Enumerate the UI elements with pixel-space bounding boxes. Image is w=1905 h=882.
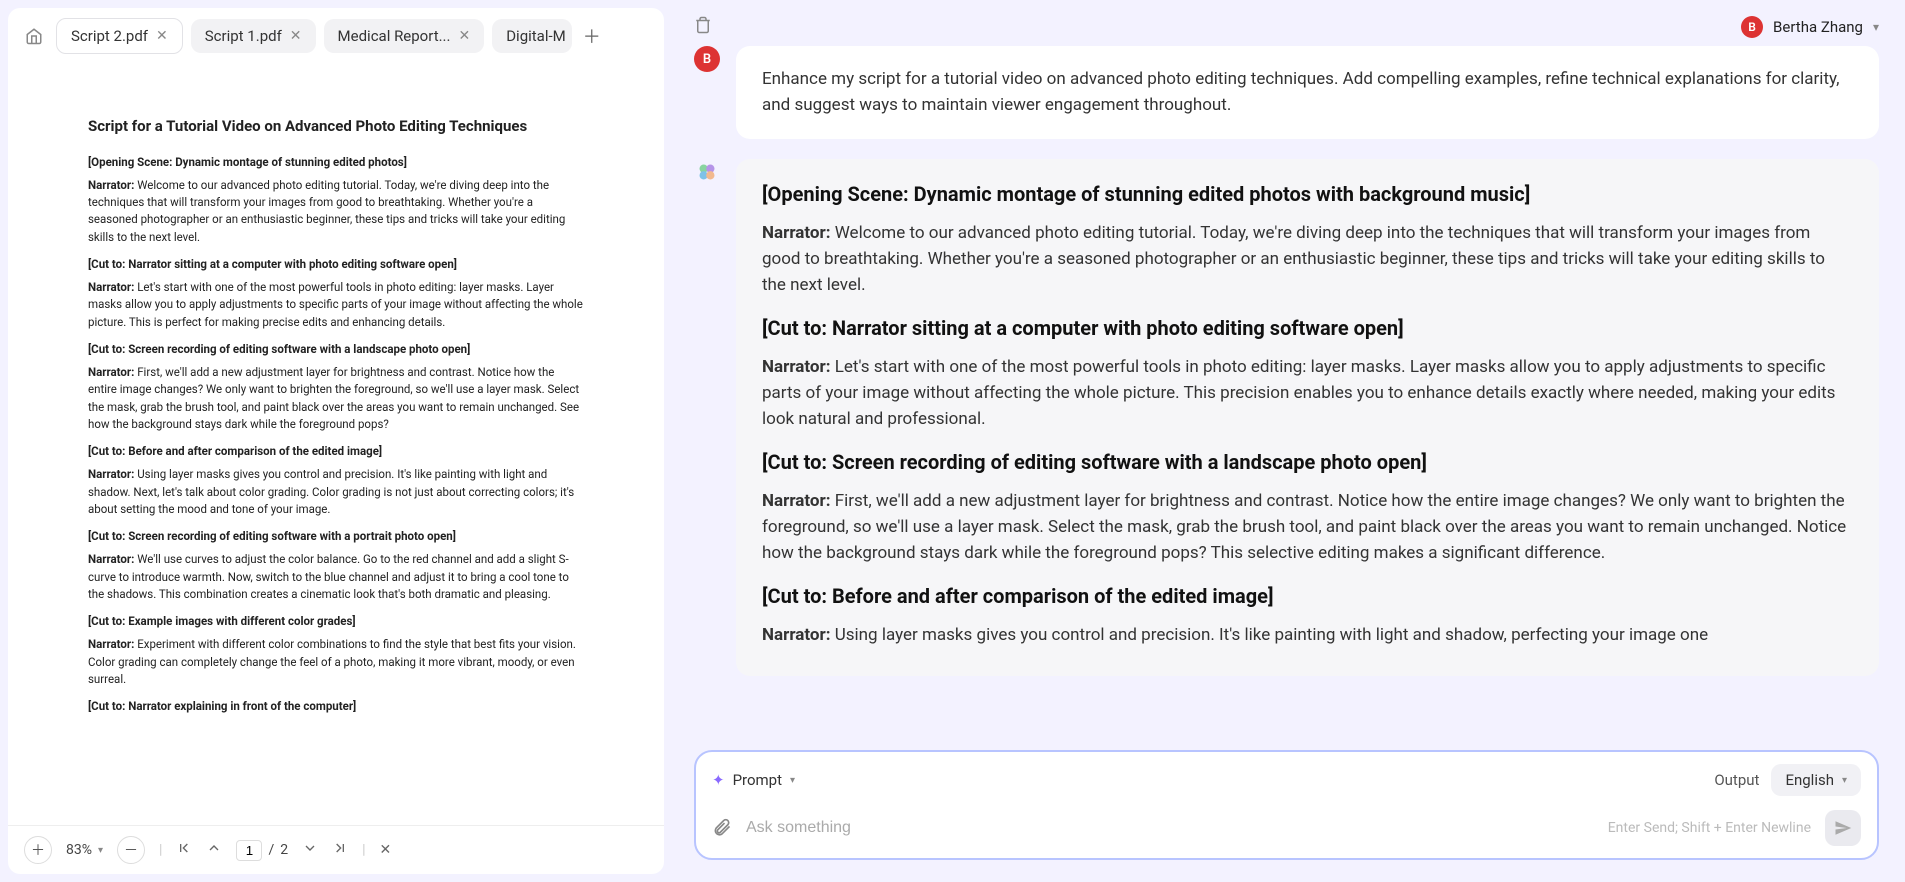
narrator-paragraph: Narrator: Welcome to our advanced photo … <box>88 177 584 246</box>
page-total: 2 <box>280 842 288 858</box>
prev-page-button[interactable] <box>206 840 222 860</box>
attach-icon[interactable] <box>712 816 732 840</box>
composer-top: ✦ Prompt ▾ Output English ▾ <box>712 764 1861 796</box>
avatar: B <box>1741 16 1763 38</box>
chevron-down-icon: ▾ <box>790 775 795 786</box>
viewer-footer: ＋ 83% ▾ － | / 2 | ✕ <box>8 825 664 874</box>
response-scene-heading: [Cut to: Narrator sitting at a computer … <box>762 313 1853 344</box>
separator: | <box>362 842 365 858</box>
scene-heading: [Cut to: Narrator sitting at a computer … <box>88 256 584 273</box>
tab-label: Medical Report... <box>338 27 451 45</box>
page-indicator: / 2 <box>236 840 288 861</box>
next-page-button[interactable] <box>302 840 318 860</box>
language-value: English <box>1785 771 1834 789</box>
output-language-group: Output English ▾ <box>1714 764 1861 796</box>
left-panel: Script 2.pdf ✕ Script 1.pdf ✕ Medical Re… <box>8 8 664 874</box>
close-icon[interactable]: ✕ <box>290 28 302 44</box>
add-tab-button[interactable]: ＋ <box>580 24 604 48</box>
last-page-button[interactable] <box>332 840 348 860</box>
user-message-text: Enhance my script for a tutorial video o… <box>762 69 1840 115</box>
zoom-level-dropdown[interactable]: 83% ▾ <box>66 842 103 858</box>
scene-heading: [Cut to: Before and after comparison of … <box>88 443 584 460</box>
ai-message-bubble: [Opening Scene: Dynamic montage of stunn… <box>736 159 1879 676</box>
user-menu[interactable]: B Bertha Zhang ▾ <box>1741 16 1879 38</box>
scene-heading: [Opening Scene: Dynamic montage of stunn… <box>88 154 584 171</box>
response-narrator-paragraph: Narrator: Using layer masks gives you co… <box>762 622 1853 648</box>
page-current-input[interactable] <box>236 840 262 861</box>
ai-avatar-icon <box>694 159 720 185</box>
input-hint: Enter Send; Shift + Enter Newline <box>1608 820 1811 836</box>
page-sep: / <box>268 842 274 858</box>
chevron-down-icon: ▾ <box>98 845 103 856</box>
right-header: B Bertha Zhang ▾ <box>676 8 1897 46</box>
sparkle-icon: ✦ <box>712 771 725 789</box>
close-icon[interactable]: ✕ <box>458 28 470 44</box>
scene-heading: [Cut to: Example images with different c… <box>88 613 584 630</box>
tab-label: Script 1.pdf <box>205 27 282 45</box>
send-button[interactable] <box>1825 810 1861 846</box>
user-name: Bertha Zhang <box>1773 18 1863 36</box>
tab-script-1[interactable]: Script 1.pdf ✕ <box>191 19 316 53</box>
composer-bottom: Enter Send; Shift + Enter Newline <box>712 810 1861 846</box>
narrator-paragraph: Narrator: We'll use curves to adjust the… <box>88 551 584 603</box>
tab-digital-m[interactable]: Digital-M <box>492 19 572 53</box>
close-icon[interactable]: ✕ <box>156 28 168 44</box>
avatar: B <box>694 46 720 72</box>
prompt-input[interactable] <box>746 819 1594 837</box>
user-message-row: B Enhance my script for a tutorial video… <box>694 46 1879 139</box>
response-narrator-paragraph: Narrator: First, we'll add a new adjustm… <box>762 488 1853 567</box>
separator: | <box>159 842 162 858</box>
document-page: Script for a Tutorial Video on Advanced … <box>68 85 604 751</box>
close-doc-button[interactable]: ✕ <box>380 842 392 858</box>
narrator-paragraph: Narrator: Using layer masks gives you co… <box>88 466 584 518</box>
prompt-label: Prompt <box>733 771 782 789</box>
tab-label: Script 2.pdf <box>71 27 148 45</box>
scene-heading: [Cut to: Screen recording of editing sof… <box>88 341 584 358</box>
ai-message-row: [Opening Scene: Dynamic montage of stunn… <box>694 159 1879 676</box>
chevron-down-icon: ▾ <box>1873 20 1879 34</box>
prompt-selector[interactable]: ✦ Prompt ▾ <box>712 771 795 789</box>
narrator-paragraph: Narrator: Experiment with different colo… <box>88 636 584 688</box>
zoom-value: 83% <box>66 842 92 858</box>
right-panel: B Bertha Zhang ▾ B Enhance my script for… <box>676 8 1897 874</box>
chevron-down-icon: ▾ <box>1842 775 1847 786</box>
tab-medical-report[interactable]: Medical Report... ✕ <box>324 19 485 53</box>
document-viewer[interactable]: Script for a Tutorial Video on Advanced … <box>8 65 664 825</box>
language-selector[interactable]: English ▾ <box>1771 764 1861 796</box>
scene-heading: [Cut to: Narrator explaining in front of… <box>88 698 584 715</box>
zoom-in-button[interactable]: ＋ <box>24 836 52 864</box>
response-scene-heading: [Cut to: Screen recording of editing sof… <box>762 447 1853 478</box>
tab-bar: Script 2.pdf ✕ Script 1.pdf ✕ Medical Re… <box>8 8 664 65</box>
home-icon[interactable] <box>20 22 48 50</box>
response-scene-heading: [Opening Scene: Dynamic montage of stunn… <box>762 179 1853 210</box>
document-title: Script for a Tutorial Video on Advanced … <box>88 115 584 138</box>
delete-icon[interactable] <box>694 16 712 38</box>
scene-heading: [Cut to: Screen recording of editing sof… <box>88 528 584 545</box>
narrator-paragraph: Narrator: First, we'll add a new adjustm… <box>88 364 584 433</box>
tab-script-2[interactable]: Script 2.pdf ✕ <box>56 18 183 54</box>
chat-area[interactable]: B Enhance my script for a tutorial video… <box>676 46 1897 750</box>
composer: ✦ Prompt ▾ Output English ▾ Enter Send; … <box>694 750 1879 860</box>
output-label: Output <box>1714 771 1759 789</box>
first-page-button[interactable] <box>176 840 192 860</box>
response-narrator-paragraph: Narrator: Welcome to our advanced photo … <box>762 220 1853 299</box>
narrator-paragraph: Narrator: Let's start with one of the mo… <box>88 279 584 331</box>
response-scene-heading: [Cut to: Before and after comparison of … <box>762 581 1853 612</box>
zoom-out-button[interactable]: － <box>117 836 145 864</box>
response-narrator-paragraph: Narrator: Let's start with one of the mo… <box>762 354 1853 433</box>
user-message-bubble: Enhance my script for a tutorial video o… <box>736 46 1879 139</box>
tab-label: Digital-M <box>506 27 566 45</box>
